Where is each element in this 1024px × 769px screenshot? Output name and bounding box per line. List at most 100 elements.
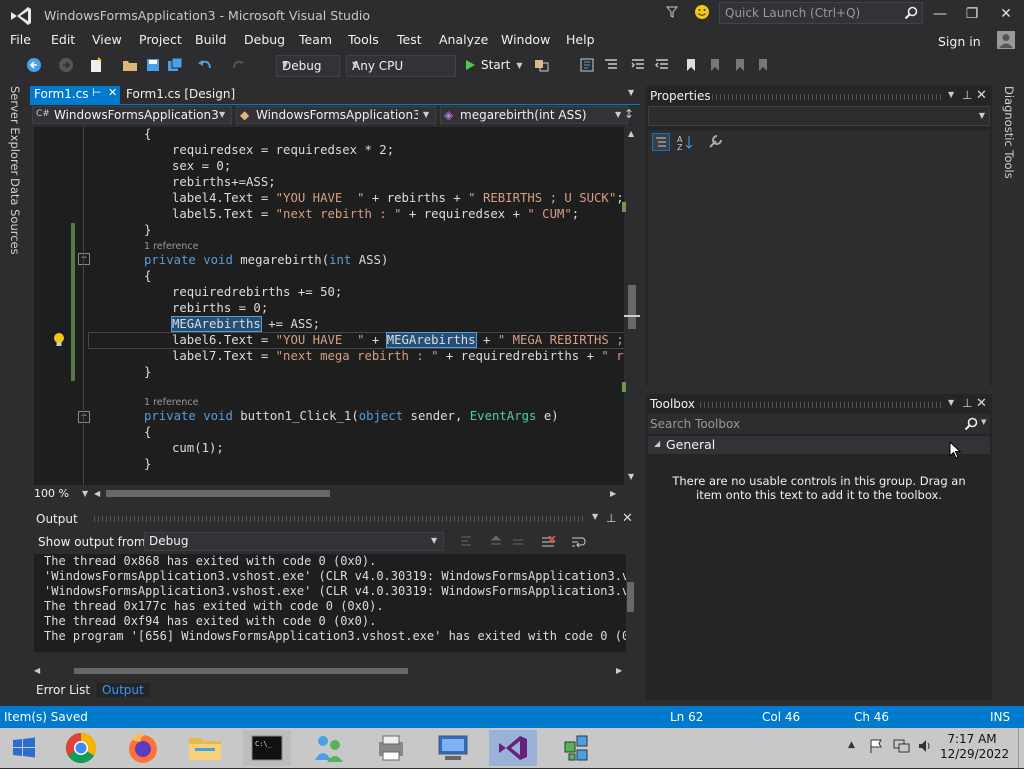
project-dropdown[interactable]: C# WindowsFormsApplication3 ▼: [32, 106, 232, 124]
scroll-right-icon[interactable]: ▶: [616, 666, 622, 675]
menu-tools[interactable]: Tools: [348, 32, 379, 47]
menu-window[interactable]: Window: [501, 32, 550, 47]
menu-project[interactable]: Project: [139, 32, 182, 47]
sign-in-link[interactable]: Sign in: [938, 34, 981, 49]
previous-message-icon[interactable]: [488, 534, 504, 550]
type-dropdown[interactable]: ◆ WindowsFormsApplication3.Fo ▼: [236, 106, 436, 124]
minimize-button[interactable]: —: [929, 6, 951, 22]
horizontal-scroll-thumb[interactable]: [74, 668, 408, 674]
chevron-down-icon[interactable]: ▼: [516, 61, 522, 70]
scroll-thumb[interactable]: [627, 582, 634, 612]
step-into-icon[interactable]: [579, 57, 595, 73]
close-icon[interactable]: ✕: [108, 86, 117, 99]
alphabetical-icon[interactable]: AZ: [676, 133, 694, 151]
people-network-icon[interactable]: [305, 730, 353, 766]
start-button[interactable]: Start ▼: [464, 57, 522, 73]
search-icon[interactable]: [964, 417, 978, 431]
lightbulb-icon[interactable]: [52, 332, 66, 348]
bookmark-icon[interactable]: [683, 57, 699, 73]
next-bookmark-icon[interactable]: [732, 57, 748, 73]
menu-file[interactable]: File: [10, 32, 31, 47]
member-dropdown[interactable]: ◈ megarebirth(int ASS) ▼: [440, 106, 628, 124]
flag-icon[interactable]: [868, 738, 884, 754]
drag-grip[interactable]: [94, 516, 586, 522]
editor-vertical-scrollbar[interactable]: ▲ ▼: [622, 127, 640, 485]
command-prompt-app[interactable]: C:\_: [243, 730, 291, 766]
tab-form1-cs[interactable]: Form1.cs ⊢ ✕: [30, 86, 120, 104]
menu-build[interactable]: Build: [195, 32, 226, 47]
menu-team[interactable]: Team: [299, 32, 332, 47]
menu-edit[interactable]: Edit: [51, 32, 75, 47]
save-all-icon[interactable]: [167, 57, 183, 73]
volume-icon[interactable]: [917, 738, 933, 754]
redo-icon[interactable]: [231, 57, 247, 73]
show-desktop-button[interactable]: [1018, 728, 1024, 768]
clock[interactable]: 7:17 AM 12/29/2022: [940, 732, 1009, 762]
scroll-left-icon[interactable]: ◀: [34, 666, 40, 675]
visual-studio-taskbar-app[interactable]: [489, 730, 537, 766]
windows-start-icon[interactable]: [0, 730, 48, 766]
panel-menu-icon[interactable]: ▼: [948, 398, 954, 407]
pin-icon[interactable]: ⊥: [606, 511, 616, 525]
scroll-right-icon[interactable]: ▶: [610, 489, 616, 498]
show-hidden-icons-icon[interactable]: ▲: [848, 740, 855, 750]
new-project-icon[interactable]: [88, 57, 104, 73]
output-text[interactable]: The thread 0x868 has exited with code 0 …: [34, 554, 626, 652]
output-source-dropdown[interactable]: Debug ▼: [144, 532, 444, 551]
remote-desktop-icon[interactable]: [429, 730, 477, 766]
save-icon[interactable]: [145, 57, 161, 73]
code-editor[interactable]: − − { requiredsex = requiredsex * 2; sex…: [34, 127, 624, 485]
outdent-icon[interactable]: [654, 57, 670, 73]
solution-configuration-dropdown[interactable]: Debug ▼: [276, 55, 340, 77]
chrome-icon[interactable]: [57, 730, 105, 766]
firefox-icon[interactable]: [119, 730, 167, 766]
menu-help[interactable]: Help: [566, 32, 595, 47]
search-icon[interactable]: [904, 6, 918, 20]
menu-debug[interactable]: Debug: [244, 32, 285, 47]
collapse-region-icon[interactable]: −: [78, 253, 90, 265]
panel-menu-icon[interactable]: ▼: [592, 512, 598, 521]
scroll-left-icon[interactable]: ◀: [94, 489, 100, 498]
filter-icon[interactable]: [666, 6, 678, 18]
object-selector-dropdown[interactable]: ▼: [648, 106, 990, 126]
pin-icon[interactable]: ⊥: [962, 396, 972, 410]
tab-error-list[interactable]: Error List: [30, 683, 96, 697]
zoom-dropdown[interactable]: 100 %: [34, 487, 84, 501]
quick-launch-input[interactable]: Quick Launch (Ctrl+Q): [719, 2, 923, 24]
network-blocks-icon[interactable]: [553, 730, 601, 766]
drag-grip[interactable]: [712, 94, 942, 100]
attach-icon[interactable]: [534, 57, 550, 73]
scroll-up-icon[interactable]: ▲: [628, 129, 634, 138]
tab-form1-design[interactable]: Form1.cs [Design]: [122, 86, 262, 104]
close-icon[interactable]: ✕: [976, 88, 987, 103]
back-icon[interactable]: [26, 57, 42, 73]
panel-menu-icon[interactable]: ▼: [948, 90, 954, 99]
forward-icon[interactable]: [58, 57, 74, 73]
diagnostic-tools-tab[interactable]: Diagnostic Tools: [1002, 86, 1016, 179]
indent-icon[interactable]: [630, 57, 646, 73]
property-grid[interactable]: [648, 154, 990, 386]
wrench-icon[interactable]: [706, 133, 724, 151]
account-avatar[interactable]: [997, 31, 1015, 49]
data-sources-tab[interactable]: Data Sources: [8, 178, 22, 255]
word-wrap-icon[interactable]: [570, 534, 586, 550]
chevron-down-icon[interactable]: ▼: [82, 489, 88, 498]
restore-button[interactable]: ❐: [961, 6, 983, 22]
file-explorer-icon[interactable]: [181, 730, 229, 766]
previous-bookmark-icon[interactable]: [707, 57, 723, 73]
tab-output[interactable]: Output: [96, 683, 150, 697]
open-folder-icon[interactable]: [122, 57, 138, 73]
server-explorer-tab[interactable]: Server Explorer: [8, 86, 22, 175]
scroll-down-icon[interactable]: ▼: [628, 472, 634, 481]
close-window-button[interactable]: ✕: [995, 6, 1017, 22]
menu-view[interactable]: View: [92, 32, 122, 47]
output-vertical-scrollbar[interactable]: [626, 554, 636, 664]
undo-icon[interactable]: [197, 57, 213, 73]
clear-bookmarks-icon[interactable]: [755, 57, 771, 73]
output-horizontal-scrollbar[interactable]: ◀ ▶: [34, 665, 626, 677]
tab-list-dropdown-icon[interactable]: ▼: [628, 88, 634, 97]
close-icon[interactable]: ✕: [622, 511, 633, 526]
network-icon[interactable]: [893, 738, 911, 754]
find-message-icon[interactable]: [458, 534, 474, 550]
next-message-icon[interactable]: [510, 534, 526, 550]
